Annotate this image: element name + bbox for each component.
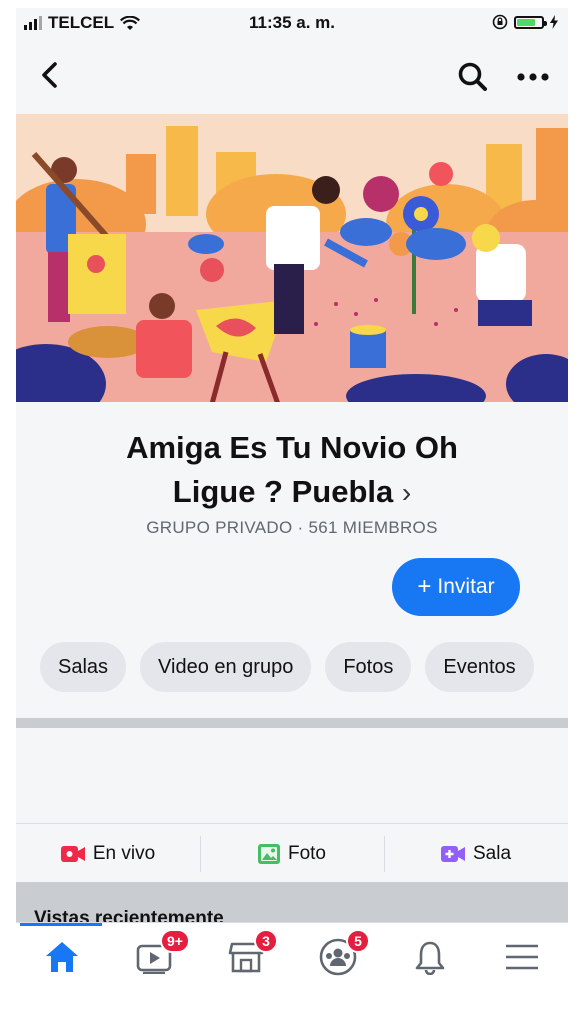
tab-bar: 9+ 3 5 bbox=[16, 922, 568, 990]
cover-illustration bbox=[16, 114, 568, 402]
menu-icon bbox=[506, 944, 538, 970]
plus-icon: + bbox=[417, 573, 432, 600]
screen: TELCEL 11:35 a. m. Amiga Es Tu Novio Oh … bbox=[16, 8, 568, 990]
chip-fotos[interactable]: Fotos bbox=[325, 642, 412, 692]
cover-photo[interactable] bbox=[16, 114, 568, 402]
live-video-icon bbox=[60, 846, 85, 862]
status-bar: TELCEL 11:35 a. m. bbox=[16, 8, 568, 40]
group-chips: Salas Video en grupo Fotos Eventos bbox=[40, 642, 534, 692]
tab-groups[interactable]: 5 bbox=[292, 923, 384, 990]
room-label: Sala bbox=[472, 843, 512, 864]
back-icon[interactable] bbox=[38, 60, 62, 90]
clock: 11:35 a. m. bbox=[248, 13, 335, 32]
invite-button-label: Invitar bbox=[437, 575, 495, 598]
group-title-line2: Ligue ? Puebla › bbox=[56, 470, 528, 515]
chip-eventos[interactable]: Eventos bbox=[425, 642, 534, 692]
photo-button[interactable]: Foto bbox=[200, 824, 384, 884]
home-icon bbox=[46, 942, 78, 972]
photo-label: Foto bbox=[287, 843, 327, 864]
live-video-button[interactable]: En vivo bbox=[16, 824, 200, 884]
room-icon bbox=[440, 846, 465, 862]
composer-area[interactable] bbox=[16, 728, 568, 823]
composer-actions: En vivo Foto Sala bbox=[16, 823, 568, 884]
watch-badge: 9+ bbox=[160, 929, 190, 953]
tab-menu[interactable] bbox=[476, 923, 568, 990]
tab-watch[interactable]: 9+ bbox=[108, 923, 200, 990]
marketplace-badge: 3 bbox=[254, 929, 278, 953]
group-title-line2-text: Ligue ? Puebla bbox=[172, 474, 394, 509]
tab-notifications[interactable] bbox=[384, 923, 476, 990]
groups-badge: 5 bbox=[346, 929, 370, 953]
photo-icon bbox=[257, 844, 280, 864]
group-meta: GRUPO PRIVADO · 561 MIEMBROS bbox=[146, 518, 438, 537]
invite-button[interactable]: + Invitar bbox=[392, 558, 520, 616]
chip-salas[interactable]: Salas bbox=[40, 642, 127, 692]
more-icon[interactable] bbox=[516, 72, 550, 82]
room-button[interactable]: Sala bbox=[384, 824, 568, 884]
section-divider bbox=[16, 718, 568, 728]
tab-marketplace[interactable]: 3 bbox=[200, 923, 292, 990]
search-icon[interactable] bbox=[456, 60, 490, 94]
chevron-right-icon: › bbox=[401, 477, 412, 508]
chip-video-en-grupo[interactable]: Video en grupo bbox=[140, 642, 312, 692]
group-title-line1: Amiga Es Tu Novio Oh bbox=[126, 430, 458, 465]
live-video-label: En vivo bbox=[92, 843, 156, 864]
orientation-lock-icon bbox=[492, 14, 508, 30]
charging-icon bbox=[550, 15, 558, 29]
battery-icon bbox=[514, 15, 547, 29]
group-title[interactable]: Amiga Es Tu Novio Oh Ligue ? Puebla › bbox=[56, 426, 528, 515]
bell-icon bbox=[415, 941, 445, 975]
nav-bar bbox=[16, 46, 568, 104]
status-right bbox=[492, 14, 558, 30]
tab-home[interactable] bbox=[16, 923, 108, 990]
